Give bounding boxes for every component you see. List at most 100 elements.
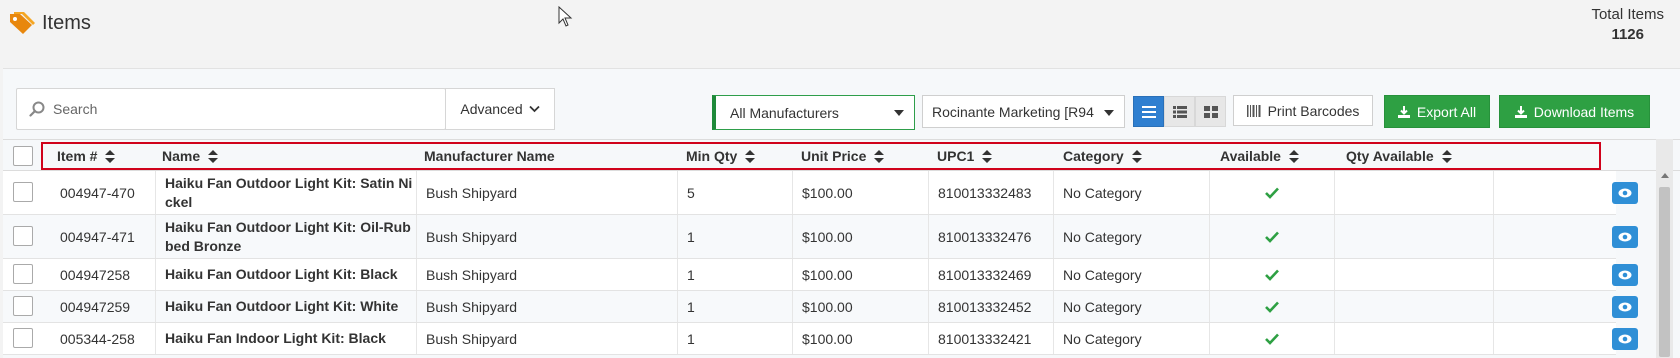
min-qty-cell: 1 <box>677 259 793 290</box>
table-row[interactable]: 004947258 Haiku Fan Outdoor Light Kit: B… <box>3 259 1638 291</box>
column-header-qty-available[interactable]: Qty Available <box>1346 140 1452 172</box>
unit-price-cell: $100.00 <box>792 171 929 214</box>
available-cell <box>1209 323 1335 354</box>
items-toolbar: Advanced All Manufacturers Rocinante Mar… <box>3 69 1680 149</box>
row-checkbox[interactable] <box>13 328 33 348</box>
total-items-count: 1126 <box>1611 26 1644 43</box>
table-row[interactable]: 004947259 Haiku Fan Outdoor Light Kit: W… <box>3 291 1638 323</box>
category-cell: No Category <box>1053 171 1210 214</box>
manufacturer-cell: Bush Shipyard <box>416 171 678 214</box>
chevron-down-icon <box>529 105 540 113</box>
caret-down-icon <box>1104 110 1114 116</box>
item-number-cell: 004947-470 <box>50 171 156 214</box>
view-item-button[interactable] <box>1612 182 1638 204</box>
item-number-cell: 004947-471 <box>50 215 156 258</box>
sort-icon <box>745 149 756 163</box>
manufacturer-select[interactable]: All Manufacturers <box>712 95 915 130</box>
column-header-name[interactable]: Name <box>162 140 219 172</box>
column-header-label: UPC1 <box>937 148 975 164</box>
grid-view-button[interactable] <box>1195 96 1226 127</box>
view-item-button[interactable] <box>1612 328 1638 350</box>
tag-icon <box>10 12 35 34</box>
row-checkbox[interactable] <box>13 226 33 246</box>
column-header-available[interactable]: Available <box>1220 140 1299 172</box>
row-checkbox[interactable] <box>13 296 33 316</box>
table-row[interactable]: 005344-258 Haiku Fan Indoor Light Kit: B… <box>3 323 1638 355</box>
table-row[interactable]: 004947-471 Haiku Fan Outdoor Light Kit: … <box>3 215 1638 259</box>
view-mode-toggle <box>1133 96 1226 127</box>
item-number-cell: 004947258 <box>50 259 156 290</box>
manufacturer-select-value: All Manufacturers <box>730 104 839 121</box>
item-number-cell: 004947259 <box>50 291 156 322</box>
view-item-button[interactable] <box>1612 296 1638 318</box>
select-all-checkbox[interactable] <box>13 146 33 166</box>
search-input[interactable] <box>53 101 433 117</box>
qty-available-cell <box>1334 323 1494 354</box>
upc-cell: 810013332483 <box>928 171 1054 214</box>
download-icon <box>1397 105 1410 118</box>
sort-icon <box>874 149 885 163</box>
manufacturer-cell: Bush Shipyard <box>416 215 678 258</box>
check-icon <box>1264 269 1279 281</box>
item-name-line: Haiku Fan Outdoor Light Kit: Satin Ni <box>165 174 413 191</box>
item-name-cell[interactable]: Haiku Fan Outdoor Light Kit: Satin Ni cke… <box>155 171 417 214</box>
table-row[interactable]: 004947-470 Haiku Fan Outdoor Light Kit: … <box>3 171 1638 215</box>
download-items-button[interactable]: Download Items <box>1499 95 1650 128</box>
print-barcodes-label: Print Barcodes <box>1267 102 1360 119</box>
sort-icon <box>982 149 993 163</box>
item-name-cell[interactable]: Haiku Fan Indoor Light Kit: Black <box>155 323 417 354</box>
available-cell <box>1209 259 1335 290</box>
detail-view-icon <box>1172 105 1187 118</box>
items-panel: Advanced All Manufacturers Rocinante Mar… <box>3 68 1680 358</box>
mouse-cursor-icon <box>558 6 573 27</box>
column-header-label: Available <box>1220 148 1281 164</box>
row-checkbox[interactable] <box>13 182 33 202</box>
vendor-select[interactable]: Rocinante Marketing [R94 <box>922 95 1125 128</box>
download-items-label: Download Items <box>1533 103 1635 120</box>
scroll-up-arrow-icon[interactable] <box>1661 173 1669 178</box>
column-header-min-qty[interactable]: Min Qty <box>686 140 756 172</box>
check-icon <box>1264 231 1279 243</box>
list-view-icon <box>1141 105 1156 118</box>
item-name-cell[interactable]: Haiku Fan Outdoor Light Kit: White <box>155 291 417 322</box>
qty-available-cell <box>1334 171 1494 214</box>
item-name-cell[interactable]: Haiku Fan Outdoor Light Kit: Oil-Rub bed … <box>155 215 417 258</box>
column-header-label: Category <box>1063 148 1124 164</box>
detail-view-button[interactable] <box>1164 96 1195 127</box>
column-header-upc1[interactable]: UPC1 <box>937 140 993 172</box>
view-item-button[interactable] <box>1612 264 1638 286</box>
barcode-icon <box>1246 104 1261 117</box>
page-header: Items Total Items 1126 <box>0 0 1680 66</box>
column-header-unit-price[interactable]: Unit Price <box>801 140 885 172</box>
sort-icon <box>105 149 116 163</box>
upc-cell: 810013332476 <box>928 215 1054 258</box>
item-name-line: bed Bronze <box>165 237 242 254</box>
vendor-select-value: Rocinante Marketing [R94 <box>932 103 1094 120</box>
column-header-category[interactable]: Category <box>1063 140 1142 172</box>
table-header: Item # Name Manufacturer Name Min Qty Un… <box>3 139 1680 171</box>
qty-available-cell <box>1334 259 1494 290</box>
manufacturer-cell: Bush Shipyard <box>416 259 678 290</box>
sort-icon <box>208 149 219 163</box>
advanced-search-button[interactable]: Advanced <box>445 88 555 130</box>
column-header-label: Name <box>162 148 201 164</box>
list-view-button[interactable] <box>1133 96 1164 127</box>
view-item-button[interactable] <box>1612 226 1638 248</box>
print-barcodes-button[interactable]: Print Barcodes <box>1233 95 1373 126</box>
min-qty-cell: 1 <box>677 215 793 258</box>
table-scrollbar[interactable] <box>1656 139 1673 358</box>
column-header-label: Item # <box>57 148 98 164</box>
row-checkbox[interactable] <box>13 264 33 284</box>
search-icon <box>29 101 45 117</box>
category-cell: No Category <box>1053 259 1210 290</box>
check-icon <box>1264 301 1279 313</box>
column-header-item-number[interactable]: Item # <box>57 140 116 172</box>
export-all-button[interactable]: Export All <box>1384 95 1490 128</box>
search-box[interactable] <box>16 88 446 130</box>
upc-cell: 810013332469 <box>928 259 1054 290</box>
upc-cell: 810013332452 <box>928 291 1054 322</box>
item-name-cell[interactable]: Haiku Fan Outdoor Light Kit: Black <box>155 259 417 290</box>
sort-icon <box>1441 149 1452 163</box>
scrollbar-thumb[interactable] <box>1659 187 1670 357</box>
upc-cell: 810013332421 <box>928 323 1054 354</box>
